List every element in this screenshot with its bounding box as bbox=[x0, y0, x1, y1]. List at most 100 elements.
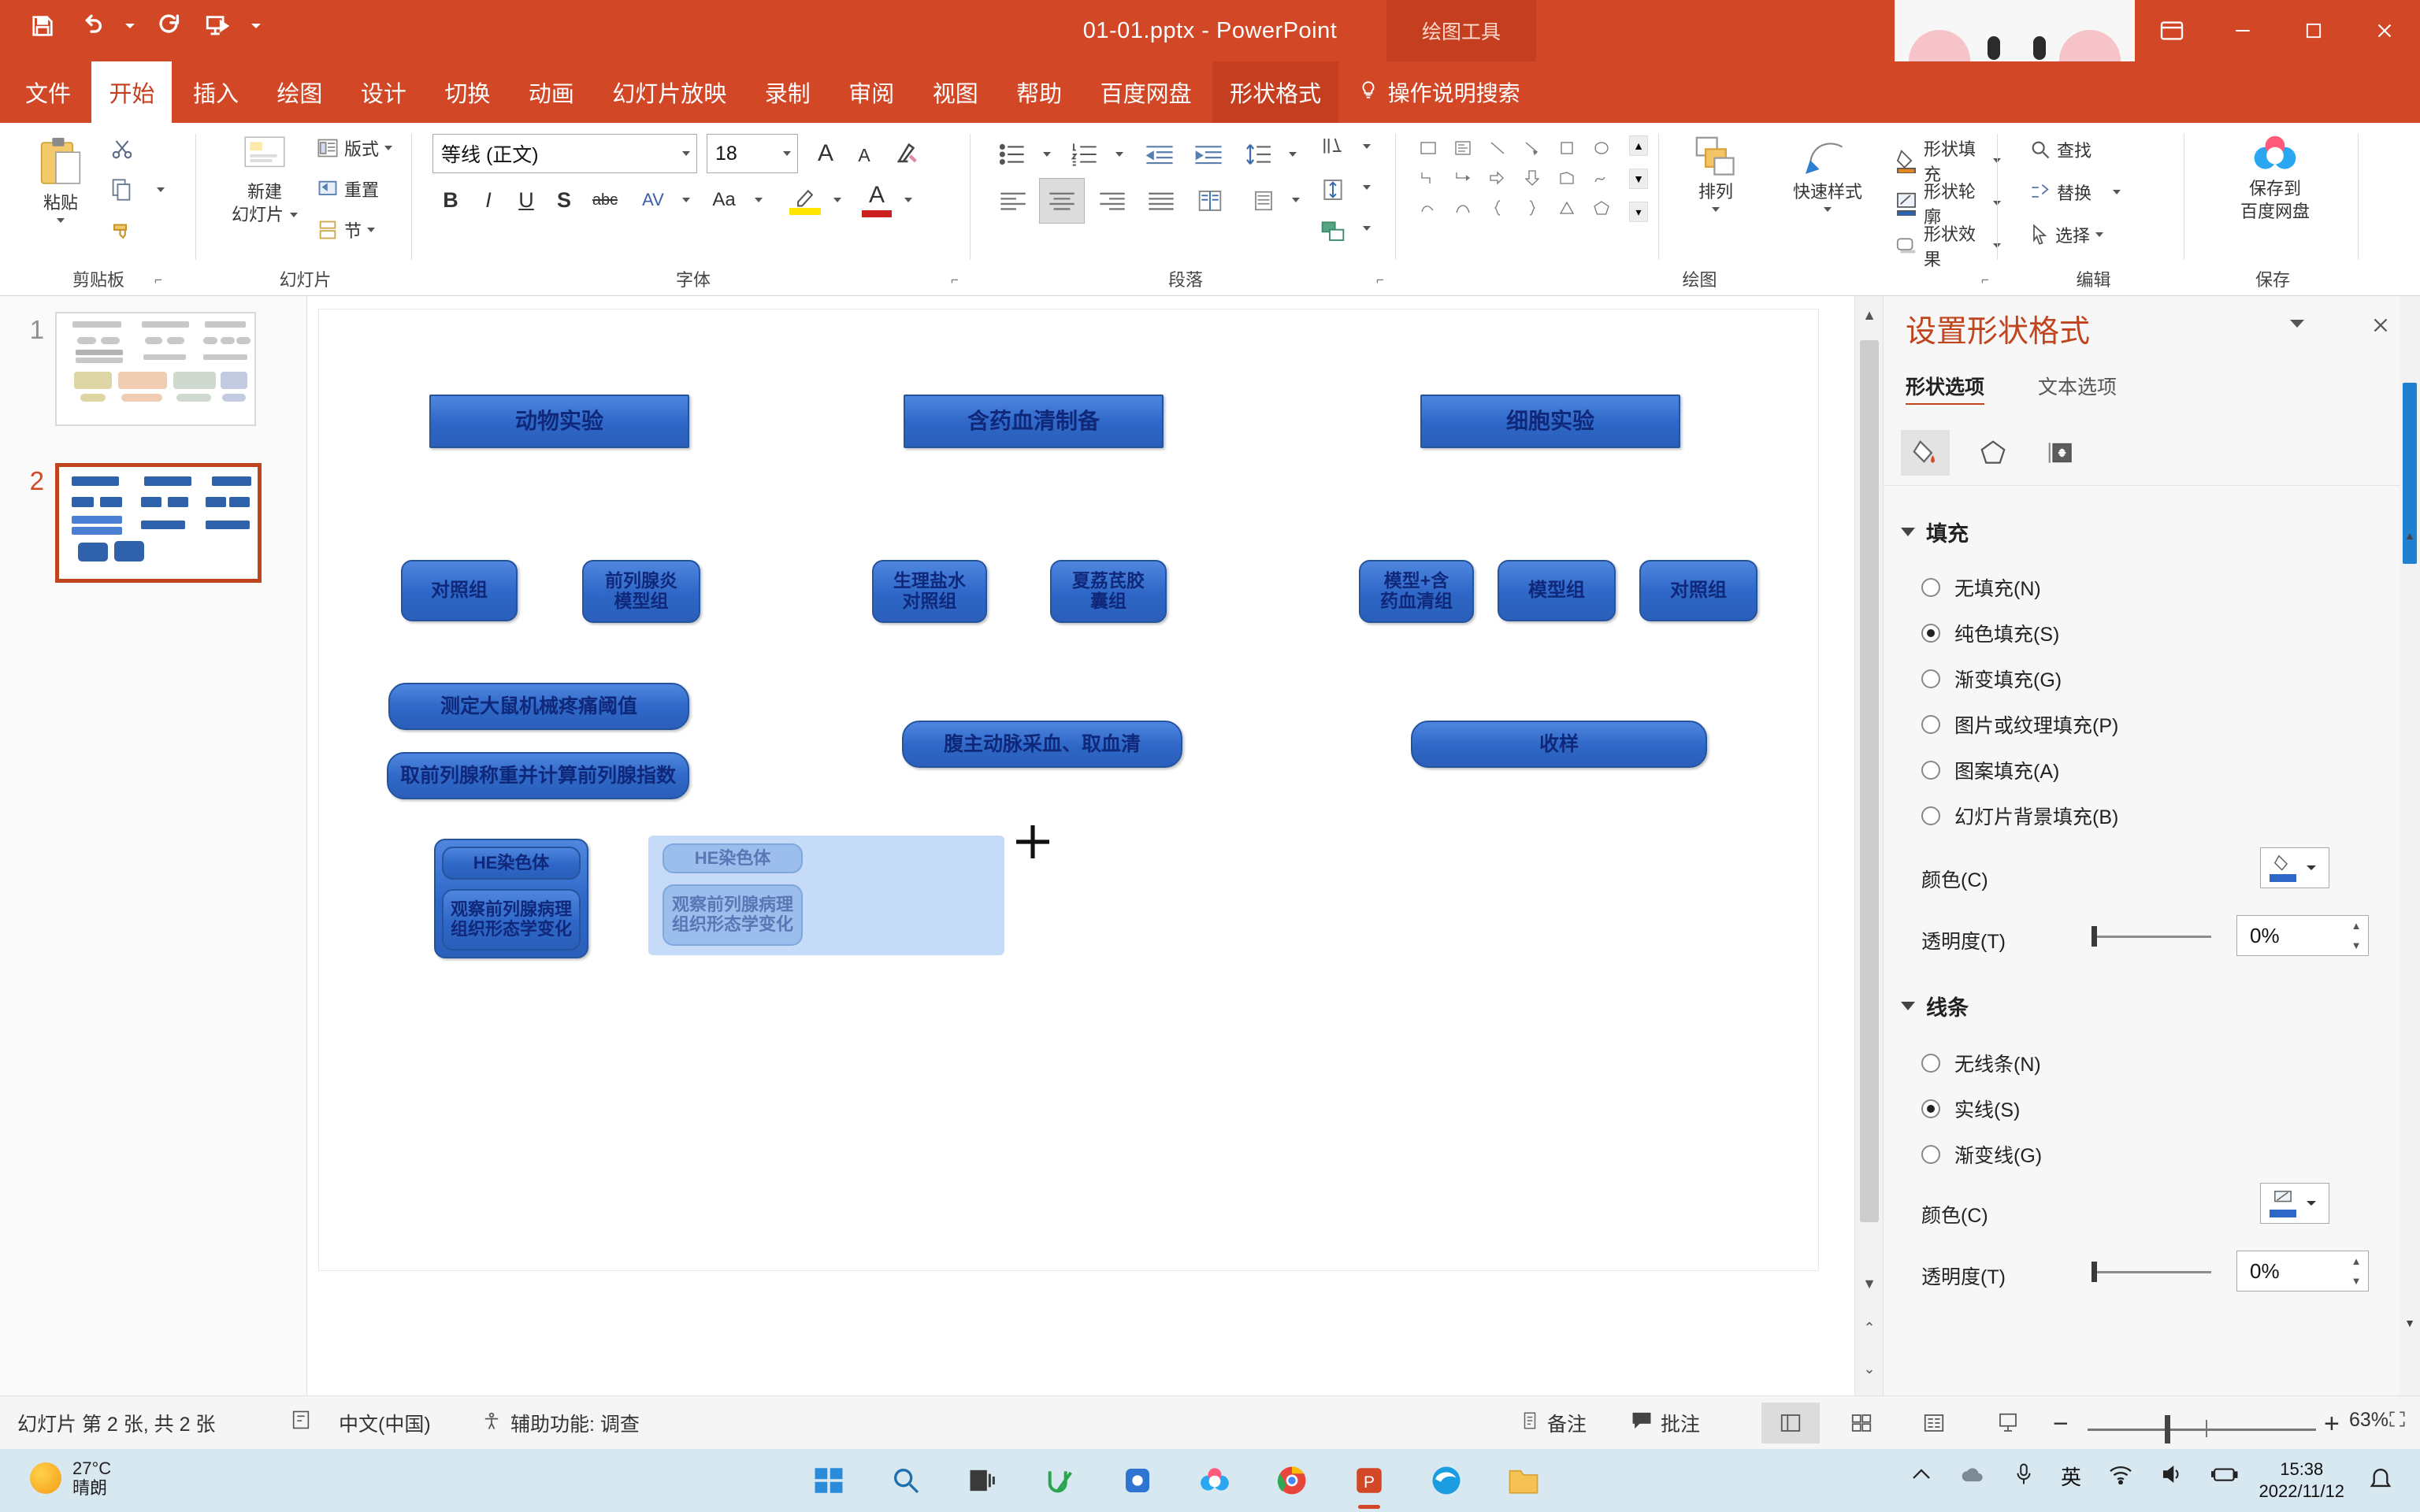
shapes-scroll-up-icon[interactable]: ▲ bbox=[1629, 135, 1648, 156]
show-hidden-icons-chevron-icon[interactable] bbox=[1910, 1464, 1933, 1488]
slide-thumbnail-image-2[interactable] bbox=[55, 463, 262, 583]
shape-right-arrow-icon[interactable] bbox=[1482, 164, 1513, 192]
tab-review[interactable]: 审阅 bbox=[831, 61, 911, 123]
edge-icon[interactable] bbox=[1421, 1455, 1472, 1506]
copy-dropdown-icon[interactable] bbox=[157, 187, 165, 192]
increase-indent-button[interactable] bbox=[1187, 135, 1230, 173]
shape-node[interactable]: HE染色体 bbox=[442, 847, 581, 880]
slideshow-view-icon[interactable] bbox=[1979, 1403, 2037, 1443]
line-color-dropdown-icon[interactable] bbox=[2307, 1201, 2316, 1206]
shape-node[interactable]: 腹主动脉采血、取血清 bbox=[902, 721, 1182, 768]
tab-draw[interactable]: 绘图 bbox=[259, 61, 340, 123]
decrease-indent-button[interactable] bbox=[1138, 135, 1181, 173]
text-columns-dropdown-icon[interactable] bbox=[1288, 191, 1304, 209]
scroll-up-icon[interactable]: ▲ bbox=[1855, 296, 1884, 334]
tab-insert[interactable]: 插入 bbox=[176, 61, 256, 123]
maximize-button[interactable] bbox=[2278, 0, 2349, 61]
text-highlight-button[interactable] bbox=[784, 180, 826, 220]
columns-button[interactable] bbox=[1189, 181, 1231, 220]
notification-bell-icon[interactable] bbox=[2368, 1466, 2393, 1499]
shape-pentagon-icon[interactable] bbox=[1586, 194, 1617, 222]
notes-button[interactable]: 备注 bbox=[1520, 1409, 1587, 1437]
copy-button[interactable] bbox=[110, 178, 165, 202]
shape-elbow-arrow-icon[interactable] bbox=[1447, 164, 1479, 192]
radio-no-fill[interactable]: 无填充(N) bbox=[1921, 573, 2041, 602]
line-color-button[interactable] bbox=[2260, 1183, 2329, 1224]
text-shadow-button[interactable]: S bbox=[547, 181, 581, 219]
format-pane-scrollbar[interactable]: ▲ ▼ bbox=[2400, 296, 2420, 1395]
decrease-font-size-button[interactable]: A bbox=[848, 139, 880, 172]
task-view-icon[interactable] bbox=[958, 1455, 1008, 1506]
accessibility-status[interactable]: 辅助功能: 调查 bbox=[481, 1409, 640, 1437]
ime-english-icon[interactable]: 英 bbox=[2061, 1462, 2081, 1491]
shape-triangle-icon[interactable] bbox=[1551, 194, 1583, 222]
shapes-gallery-scroll[interactable]: ▲ ▼ ▾ bbox=[1628, 135, 1649, 222]
wifi-icon[interactable] bbox=[2108, 1464, 2133, 1488]
customize-qat-icon[interactable] bbox=[247, 6, 265, 46]
shapes-gallery[interactable] bbox=[1412, 134, 1617, 222]
shape-node[interactable]: 对照组 bbox=[401, 560, 518, 621]
shape-node[interactable]: 观察前列腺病理 组织形态学变化 bbox=[442, 889, 581, 951]
spellcheck-icon[interactable] bbox=[290, 1409, 312, 1431]
select-dropdown-icon[interactable] bbox=[2095, 232, 2104, 237]
character-spacing-button[interactable]: AV bbox=[631, 181, 675, 219]
font-size-dropdown-icon[interactable] bbox=[783, 151, 791, 156]
shape-effects-button[interactable]: 形状效果 bbox=[1895, 220, 2001, 271]
microphone-icon[interactable] bbox=[2014, 1462, 2034, 1490]
drawing-dialog-launcher[interactable]: ⌐ bbox=[1981, 272, 1989, 288]
cloud-icon[interactable] bbox=[1960, 1464, 1987, 1488]
shape-elbow-connector-icon[interactable] bbox=[1412, 164, 1444, 192]
browser-lens-icon[interactable] bbox=[1112, 1455, 1163, 1506]
fit-to-window-icon[interactable] bbox=[2387, 1409, 2407, 1429]
new-slide-button[interactable]: 新建 幻灯片 bbox=[217, 134, 312, 224]
tab-help[interactable]: 帮助 bbox=[999, 61, 1079, 123]
section-button[interactable]: 节 bbox=[317, 217, 376, 243]
shape-group-he-staining[interactable]: HE染色体 观察前列腺病理 组织形态学变化 bbox=[434, 839, 588, 958]
layout-button[interactable]: 版式 bbox=[317, 135, 393, 161]
drag-selection-overlay[interactable]: HE染色体 观察前列腺病理 组织形态学变化 bbox=[648, 836, 1004, 955]
volume-icon[interactable] bbox=[2160, 1463, 2184, 1489]
underline-button[interactable]: U bbox=[510, 181, 543, 219]
size-properties-icon[interactable] bbox=[2036, 430, 2085, 476]
shape-textbox-icon[interactable] bbox=[1447, 134, 1479, 162]
shape-square-icon[interactable] bbox=[1551, 134, 1583, 162]
line-section-header[interactable]: 线条 bbox=[1901, 991, 1969, 1021]
new-slide-dropdown-icon[interactable] bbox=[290, 212, 298, 217]
tab-shape-options[interactable]: 形状选项 bbox=[1906, 372, 1985, 405]
language-label[interactable]: 中文(中国) bbox=[339, 1409, 431, 1437]
search-icon[interactable] bbox=[881, 1455, 931, 1506]
slideshow-icon[interactable] bbox=[199, 6, 236, 46]
powerpoint-icon[interactable]: P bbox=[1344, 1455, 1394, 1509]
tab-baidu-netdisk[interactable]: 百度网盘 bbox=[1083, 61, 1209, 123]
radio-picture-texture-fill[interactable]: 图片或纹理填充(P) bbox=[1921, 710, 2118, 739]
radio-no-line[interactable]: 无线条(N) bbox=[1921, 1049, 2041, 1077]
radio-slide-background-fill[interactable]: 幻灯片背景填充(B) bbox=[1921, 802, 2118, 830]
character-spacing-dropdown-icon[interactable] bbox=[678, 191, 694, 209]
paragraph-dialog-launcher[interactable]: ⌐ bbox=[1376, 272, 1384, 288]
pane-scroll-up-icon[interactable]: ▲ bbox=[2401, 524, 2418, 547]
bullets-button[interactable] bbox=[992, 135, 1034, 173]
tab-home[interactable]: 开始 bbox=[91, 61, 173, 123]
shape-node[interactable]: 观察前列腺病理 组织形态学变化 bbox=[663, 884, 803, 946]
tab-transitions[interactable]: 切换 bbox=[427, 61, 507, 123]
align-right-button[interactable] bbox=[1091, 181, 1134, 220]
close-icon[interactable] bbox=[2369, 313, 2392, 341]
cut-button[interactable] bbox=[110, 137, 134, 161]
font-family-dropdown-icon[interactable] bbox=[682, 151, 690, 156]
save-to-baidu-netdisk-button[interactable]: 保存到 百度网盘 bbox=[2224, 132, 2326, 221]
fill-section-header[interactable]: 填充 bbox=[1901, 517, 1969, 547]
replace-button[interactable]: 替换 bbox=[2029, 180, 2121, 205]
shape-node[interactable]: 动物实验 bbox=[429, 395, 689, 448]
shapes-scroll-down-icon[interactable]: ▼ bbox=[1629, 169, 1648, 189]
quick-styles-button[interactable]: 快速样式 bbox=[1769, 134, 1887, 212]
shape-node[interactable]: 收样 bbox=[1411, 721, 1707, 768]
minimize-button[interactable] bbox=[2207, 0, 2278, 61]
layout-dropdown-icon[interactable] bbox=[384, 146, 393, 150]
numbering-button[interactable] bbox=[1064, 135, 1107, 173]
convert-to-smartart-button[interactable] bbox=[1312, 213, 1354, 249]
shape-down-arrow-icon[interactable] bbox=[1516, 164, 1548, 192]
text-highlight-dropdown-icon[interactable] bbox=[830, 191, 845, 209]
radio-solid-fill[interactable]: 纯色填充(S) bbox=[1921, 619, 2059, 647]
bold-button[interactable]: B bbox=[434, 181, 467, 219]
paste-button[interactable]: 粘贴 bbox=[17, 135, 104, 223]
